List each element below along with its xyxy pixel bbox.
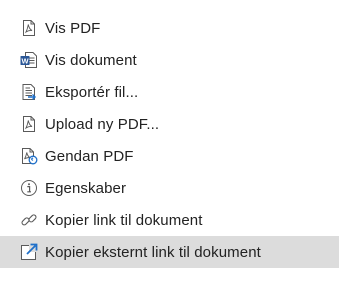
word-document-icon: W bbox=[20, 51, 38, 69]
link-icon bbox=[20, 211, 38, 229]
menu-item-kopier-link[interactable]: Kopier link til dokument bbox=[0, 204, 339, 236]
menu-item-label: Gendan PDF bbox=[45, 147, 134, 165]
menu-item-label: Kopier link til dokument bbox=[45, 211, 203, 229]
info-icon bbox=[20, 179, 38, 197]
menu-item-label: Vis dokument bbox=[45, 51, 137, 69]
menu-item-eksporter-fil[interactable]: Eksportér fil... bbox=[0, 76, 339, 108]
menu-item-vis-dokument[interactable]: W Vis dokument bbox=[0, 44, 339, 76]
menu-item-label: Upload ny PDF... bbox=[45, 115, 160, 133]
svg-text:W: W bbox=[21, 56, 29, 65]
pdf-upload-icon bbox=[20, 115, 38, 133]
menu-item-label: Kopier eksternt link til dokument bbox=[45, 243, 261, 261]
external-link-icon bbox=[20, 243, 38, 261]
pdf-icon bbox=[20, 19, 38, 37]
menu-item-kopier-eksternt-link[interactable]: Kopier eksternt link til dokument bbox=[0, 236, 339, 268]
menu-item-vis-pdf[interactable]: Vis PDF bbox=[0, 12, 339, 44]
export-file-icon bbox=[20, 83, 38, 101]
pdf-restore-icon bbox=[20, 147, 38, 165]
menu-item-upload-ny-pdf[interactable]: Upload ny PDF... bbox=[0, 108, 339, 140]
menu-item-label: Egenskaber bbox=[45, 179, 127, 197]
menu-item-label: Eksportér fil... bbox=[45, 83, 139, 101]
menu-item-gendan-pdf[interactable]: Gendan PDF bbox=[0, 140, 339, 172]
menu-item-egenskaber[interactable]: Egenskaber bbox=[0, 172, 339, 204]
menu-item-label: Vis PDF bbox=[45, 19, 101, 37]
context-menu: Vis PDF W Vis dokument Eksportér fil... … bbox=[0, 0, 339, 283]
